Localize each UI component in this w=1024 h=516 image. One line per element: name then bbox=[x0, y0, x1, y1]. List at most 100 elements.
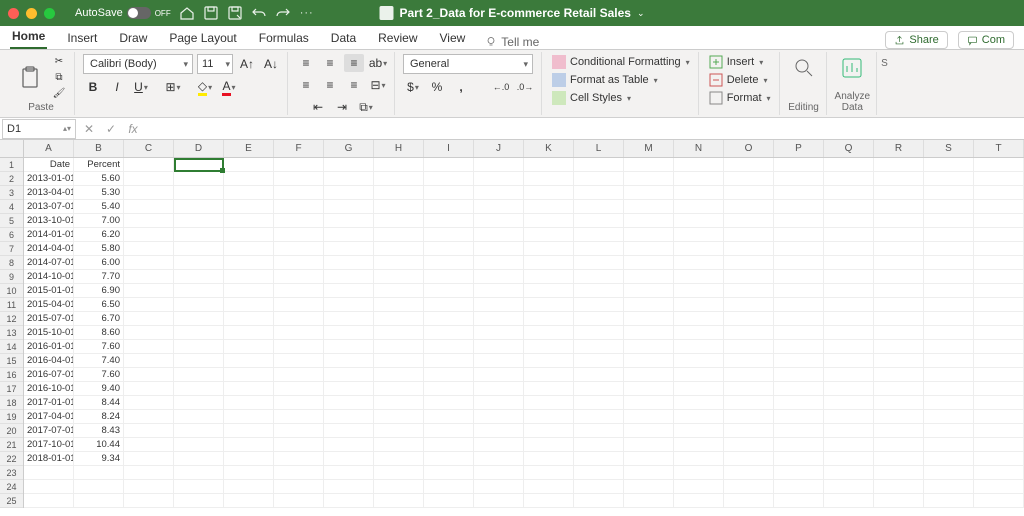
cell[interactable] bbox=[324, 284, 374, 297]
cell[interactable] bbox=[274, 242, 324, 255]
cell[interactable] bbox=[574, 172, 624, 185]
cell[interactable] bbox=[474, 466, 524, 479]
cell[interactable] bbox=[524, 396, 574, 409]
cell[interactable] bbox=[874, 354, 924, 367]
cell[interactable] bbox=[774, 284, 824, 297]
cell[interactable] bbox=[124, 354, 174, 367]
cell[interactable]: 9.34 bbox=[74, 452, 124, 465]
home-icon[interactable] bbox=[179, 5, 195, 21]
cell[interactable] bbox=[974, 214, 1024, 227]
cell[interactable] bbox=[374, 424, 424, 437]
cell[interactable] bbox=[524, 312, 574, 325]
cell[interactable] bbox=[574, 480, 624, 493]
cell[interactable] bbox=[374, 396, 424, 409]
cell[interactable] bbox=[774, 312, 824, 325]
cell[interactable] bbox=[324, 354, 374, 367]
row-header[interactable]: 22 bbox=[0, 452, 23, 466]
cell[interactable] bbox=[174, 200, 224, 213]
cell[interactable] bbox=[874, 214, 924, 227]
cell[interactable] bbox=[324, 172, 374, 185]
cell[interactable] bbox=[924, 228, 974, 241]
cell[interactable] bbox=[374, 214, 424, 227]
cell[interactable] bbox=[674, 480, 724, 493]
cell[interactable] bbox=[474, 242, 524, 255]
cell[interactable] bbox=[724, 228, 774, 241]
cell[interactable] bbox=[524, 438, 574, 451]
cell[interactable] bbox=[424, 480, 474, 493]
cell[interactable] bbox=[124, 480, 174, 493]
cell[interactable] bbox=[524, 466, 574, 479]
cell[interactable] bbox=[124, 326, 174, 339]
cell[interactable]: 6.70 bbox=[74, 312, 124, 325]
row-header[interactable]: 12 bbox=[0, 312, 23, 326]
cell[interactable] bbox=[274, 452, 324, 465]
cell[interactable] bbox=[374, 340, 424, 353]
cell[interactable] bbox=[874, 172, 924, 185]
cell[interactable] bbox=[674, 186, 724, 199]
cell[interactable] bbox=[224, 284, 274, 297]
cell[interactable] bbox=[774, 242, 824, 255]
cell[interactable] bbox=[574, 410, 624, 423]
cell[interactable] bbox=[374, 494, 424, 507]
cell[interactable] bbox=[674, 228, 724, 241]
cell[interactable] bbox=[974, 368, 1024, 381]
cell[interactable] bbox=[274, 410, 324, 423]
editing-button[interactable] bbox=[788, 54, 820, 82]
cell[interactable] bbox=[174, 410, 224, 423]
cell[interactable] bbox=[824, 340, 874, 353]
cell[interactable] bbox=[424, 494, 474, 507]
cell[interactable] bbox=[724, 270, 774, 283]
cell[interactable] bbox=[774, 172, 824, 185]
cell[interactable] bbox=[474, 200, 524, 213]
cell[interactable] bbox=[274, 466, 324, 479]
cell[interactable] bbox=[774, 368, 824, 381]
cell[interactable] bbox=[324, 326, 374, 339]
cell[interactable] bbox=[774, 158, 824, 171]
cell[interactable] bbox=[274, 228, 324, 241]
cell[interactable] bbox=[824, 452, 874, 465]
cell[interactable] bbox=[874, 396, 924, 409]
copy-button[interactable]: ⧉ bbox=[50, 71, 68, 85]
cell[interactable] bbox=[674, 298, 724, 311]
cell[interactable] bbox=[674, 200, 724, 213]
cell[interactable] bbox=[924, 200, 974, 213]
row-header[interactable]: 5 bbox=[0, 214, 23, 228]
cell[interactable] bbox=[874, 312, 924, 325]
cell[interactable] bbox=[124, 438, 174, 451]
cell[interactable] bbox=[624, 424, 674, 437]
cell[interactable] bbox=[724, 494, 774, 507]
cell[interactable] bbox=[924, 242, 974, 255]
cell[interactable] bbox=[224, 340, 274, 353]
cell[interactable] bbox=[274, 424, 324, 437]
cell[interactable]: Percent bbox=[74, 158, 124, 171]
cell[interactable] bbox=[374, 270, 424, 283]
autosave-toggle[interactable]: AutoSave OFF bbox=[75, 7, 171, 19]
cell[interactable] bbox=[874, 242, 924, 255]
cell[interactable] bbox=[174, 256, 224, 269]
cell[interactable] bbox=[324, 256, 374, 269]
cell[interactable] bbox=[374, 354, 424, 367]
cell[interactable] bbox=[174, 298, 224, 311]
cell[interactable] bbox=[974, 172, 1024, 185]
col-header-Q[interactable]: Q bbox=[824, 140, 874, 157]
row-header[interactable]: 9 bbox=[0, 270, 23, 284]
cell[interactable] bbox=[374, 158, 424, 171]
cell[interactable] bbox=[224, 466, 274, 479]
cell[interactable] bbox=[174, 424, 224, 437]
cell[interactable] bbox=[424, 466, 474, 479]
cell[interactable] bbox=[974, 438, 1024, 451]
cut-button[interactable]: ✂ bbox=[50, 55, 68, 69]
col-header-O[interactable]: O bbox=[724, 140, 774, 157]
cell[interactable]: 5.80 bbox=[74, 242, 124, 255]
number-format-select[interactable]: General bbox=[403, 54, 533, 74]
close-window-button[interactable] bbox=[8, 8, 19, 19]
cell[interactable] bbox=[674, 214, 724, 227]
col-header-I[interactable]: I bbox=[424, 140, 474, 157]
cell[interactable] bbox=[224, 242, 274, 255]
cell[interactable] bbox=[474, 438, 524, 451]
cell[interactable] bbox=[774, 256, 824, 269]
cell[interactable] bbox=[774, 424, 824, 437]
cell[interactable] bbox=[324, 312, 374, 325]
cell[interactable] bbox=[274, 284, 324, 297]
cell[interactable] bbox=[574, 494, 624, 507]
